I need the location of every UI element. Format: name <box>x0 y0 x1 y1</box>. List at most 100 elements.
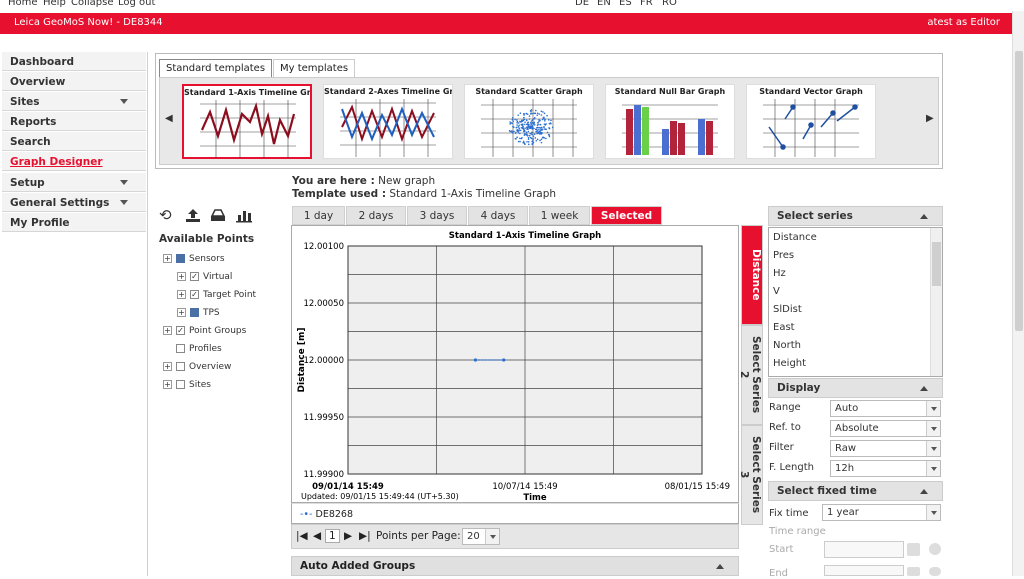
upload-icon[interactable] <box>184 207 202 223</box>
prev-page-icon[interactable]: ◀ <box>313 530 321 542</box>
filter-select[interactable]: Raw <box>830 440 941 457</box>
series-item[interactable]: North <box>773 340 801 351</box>
tree-point-groups[interactable]: + ✓ Point Groups <box>163 326 246 336</box>
chevron-up-icon <box>920 489 928 494</box>
vtab-select-series-2[interactable]: Select Series 2 <box>738 325 763 425</box>
template-1-axis-timeline[interactable]: Standard 1-Axis Timeline Gra... <box>182 84 312 159</box>
sidebar-item-dashboard[interactable]: Dashboard <box>2 52 146 71</box>
end-input[interactable] <box>824 565 904 576</box>
fix-time-select[interactable]: 1 year <box>822 504 941 521</box>
series-item[interactable]: SlDist <box>773 304 802 315</box>
sidebar-item-reports[interactable]: Reports <box>2 112 146 131</box>
range-3-days[interactable]: 3 days <box>407 206 467 225</box>
template-scatter[interactable]: Standard Scatter Graph <box>464 84 594 159</box>
sidebar-item-overview[interactable]: Overview <box>2 72 146 91</box>
series-item[interactable]: V <box>773 286 780 297</box>
tree-sites[interactable]: + Sites <box>163 380 211 390</box>
sidebar-item-my-profile[interactable]: My Profile <box>2 213 146 232</box>
tray-icon[interactable] <box>209 207 227 223</box>
fixed-time-header[interactable]: Select fixed time <box>768 481 943 501</box>
checkbox-partial[interactable] <box>176 254 185 263</box>
tree-tps[interactable]: + TPS <box>177 308 220 318</box>
refresh-icon[interactable]: ⟲ <box>159 206 172 224</box>
next-page-icon[interactable]: ▶ <box>344 530 352 542</box>
series-list-scrollbar[interactable] <box>930 228 942 376</box>
template-2-axes-timeline[interactable]: Standard 2-Axes Timeline Gr... <box>323 84 453 159</box>
last-page-icon[interactable]: ▶| <box>359 530 371 542</box>
vtab-distance[interactable]: Distance <box>741 225 763 325</box>
ref-to-select[interactable]: Absolute <box>830 420 941 437</box>
range-select[interactable]: Auto <box>830 400 941 417</box>
sidebar-item-general-settings[interactable]: General Settings <box>2 193 146 212</box>
tree-profiles[interactable]: Profiles <box>176 344 222 354</box>
tab-my-templates[interactable]: My templates <box>273 59 356 77</box>
series-item[interactable]: East <box>773 322 795 333</box>
template-null-bar[interactable]: Standard Null Bar Graph <box>605 84 735 159</box>
f-length-select[interactable]: 12h <box>830 460 941 477</box>
vtab-select-series-3[interactable]: Select Series 3 <box>738 425 763 525</box>
select-series-header[interactable]: Select series <box>768 206 943 226</box>
checkbox-partial[interactable] <box>190 308 199 317</box>
checkbox-checked[interactable]: ✓ <box>190 290 199 299</box>
start-input[interactable] <box>824 541 904 558</box>
sidebar-item-graph-designer[interactable]: Graph Designer <box>2 152 146 171</box>
carousel-prev-icon[interactable]: ◀ <box>165 113 173 124</box>
nav-home-link[interactable]: Home <box>8 0 38 8</box>
carousel-next-icon[interactable]: ▶ <box>926 113 934 124</box>
tab-standard-templates[interactable]: Standard templates <box>159 59 273 77</box>
auto-added-groups-header[interactable]: Auto Added Groups <box>291 556 739 576</box>
range-4-days[interactable]: 4 days <box>468 206 528 225</box>
checkbox-unchecked[interactable] <box>176 344 185 353</box>
lang-en[interactable]: EN <box>597 0 611 8</box>
expand-icon[interactable]: + <box>177 272 186 281</box>
range-1-day[interactable]: 1 day <box>292 206 345 225</box>
page-scrollbar[interactable] <box>1012 11 1024 576</box>
template-panel: Standard templates My templates ◀ ▶ Stan… <box>155 53 943 169</box>
expand-icon[interactable]: + <box>163 254 172 263</box>
first-page-icon[interactable]: |◀ <box>296 530 308 542</box>
chevron-up-icon <box>716 564 724 569</box>
expand-icon[interactable]: + <box>177 308 186 317</box>
sidebar-item-setup[interactable]: Setup <box>2 173 146 192</box>
expand-icon[interactable]: + <box>177 290 186 299</box>
calendar-icon[interactable] <box>907 543 920 556</box>
series-item[interactable]: Distance <box>773 232 817 243</box>
sidebar-item-search[interactable]: Search <box>2 132 146 151</box>
tree-virtual[interactable]: + ✓ Virtual <box>177 272 232 282</box>
clear-icon[interactable] <box>929 567 941 576</box>
top-utility-bar: Home Help Collapse Log out DE EN ES FR R… <box>0 0 1024 11</box>
nav-collapse-link[interactable]: Collapse <box>71 0 114 8</box>
lang-es[interactable]: ES <box>619 0 632 8</box>
checkbox-unchecked[interactable] <box>176 380 185 389</box>
expand-icon[interactable]: + <box>163 380 172 389</box>
lang-de[interactable]: DE <box>575 0 589 8</box>
expand-icon[interactable]: + <box>163 362 172 371</box>
points-per-page-select[interactable]: 20 <box>462 528 500 545</box>
tree-overview[interactable]: + Overview <box>163 362 231 372</box>
series-item[interactable]: Pres <box>773 250 794 261</box>
expand-icon[interactable]: + <box>163 326 172 335</box>
nav-help-link[interactable]: Help <box>43 0 66 8</box>
range-2-days[interactable]: 2 days <box>346 206 406 225</box>
checkbox-checked[interactable]: ✓ <box>190 272 199 281</box>
lang-ro[interactable]: RO <box>662 0 677 8</box>
range-1-week[interactable]: 1 week <box>529 206 590 225</box>
series-list-scrollbar-thumb[interactable] <box>932 242 941 286</box>
tree-sensors[interactable]: + Sensors <box>163 254 225 264</box>
page-number[interactable]: 1 <box>325 529 340 543</box>
checkbox-checked[interactable]: ✓ <box>176 326 185 335</box>
checkbox-unchecked[interactable] <box>176 362 185 371</box>
page-scrollbar-thumb[interactable] <box>1015 51 1023 331</box>
clear-icon[interactable] <box>929 543 941 555</box>
series-item[interactable]: Hz <box>773 268 786 279</box>
bar-chart-icon[interactable] <box>235 207 253 223</box>
tree-target-point[interactable]: + ✓ Target Point <box>177 290 256 300</box>
lang-fr[interactable]: FR <box>640 0 653 8</box>
template-vector[interactable]: Standard Vector Graph <box>746 84 876 159</box>
calendar-icon[interactable] <box>907 567 920 576</box>
display-header[interactable]: Display <box>768 378 943 398</box>
nav-logout-link[interactable]: Log out <box>118 0 155 8</box>
series-item[interactable]: Height <box>773 358 806 369</box>
sidebar-item-sites[interactable]: Sites <box>2 92 146 111</box>
range-selected[interactable]: Selected <box>591 206 662 225</box>
